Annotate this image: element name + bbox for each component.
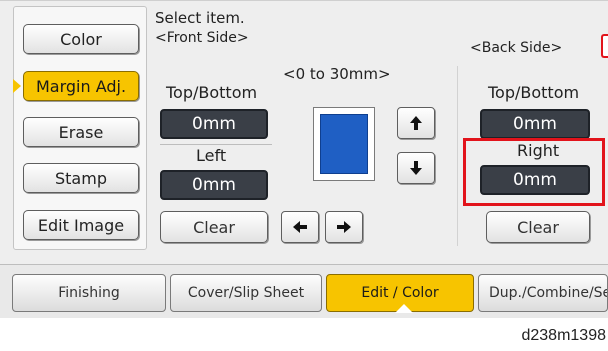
arrow-down-icon — [410, 161, 422, 175]
front-side-label: <Front Side> — [155, 30, 249, 46]
sidebar-item-edit-image[interactable]: Edit Image — [23, 210, 139, 240]
margin-preview — [313, 107, 375, 181]
back-top-bottom-label: Top/Bottom — [488, 83, 580, 102]
arrow-up-icon — [410, 116, 422, 130]
side-divider — [457, 66, 458, 246]
sidebar-item-margin-adj[interactable]: Margin Adj. — [23, 71, 139, 101]
front-left-label: Left — [196, 146, 227, 165]
sidebar-item-stamp[interactable]: Stamp — [23, 163, 139, 193]
back-top-bottom-value[interactable]: 0mm — [480, 109, 590, 139]
instruction-text: Select item. — [155, 9, 245, 27]
sidebar-item-color[interactable]: Color — [23, 24, 139, 54]
front-top-bottom-label: Top/Bottom — [166, 83, 258, 102]
active-tab-caret-icon — [395, 304, 413, 313]
arrow-left-icon — [293, 221, 307, 233]
highlight-box — [463, 138, 605, 206]
arrow-left-button[interactable] — [281, 211, 319, 243]
arrow-up-button[interactable] — [397, 107, 435, 139]
arrow-right-button[interactable] — [325, 211, 363, 243]
tab-cover-slip-sheet[interactable]: Cover/Slip Sheet — [170, 274, 322, 312]
selected-pointer-icon — [13, 79, 21, 93]
preview-page — [320, 114, 368, 174]
back-clear-button[interactable]: Clear — [486, 211, 590, 243]
back-side-label: <Back Side> — [470, 40, 563, 56]
divider — [160, 144, 272, 145]
dialog-edge — [601, 34, 608, 58]
arrow-down-button[interactable] — [397, 152, 435, 184]
figure-caption: d238m1398 — [521, 327, 606, 344]
front-top-bottom-value[interactable]: 0mm — [160, 109, 268, 139]
tab-finishing[interactable]: Finishing — [12, 274, 166, 312]
front-left-value[interactable]: 0mm — [160, 170, 268, 200]
arrow-right-icon — [337, 221, 351, 233]
range-label: <0 to 30mm> — [283, 65, 391, 83]
tab-dup-combine-series[interactable]: Dup./Combine/Series — [478, 274, 608, 312]
front-clear-button[interactable]: Clear — [160, 211, 268, 243]
sidebar-item-erase[interactable]: Erase — [23, 117, 139, 147]
